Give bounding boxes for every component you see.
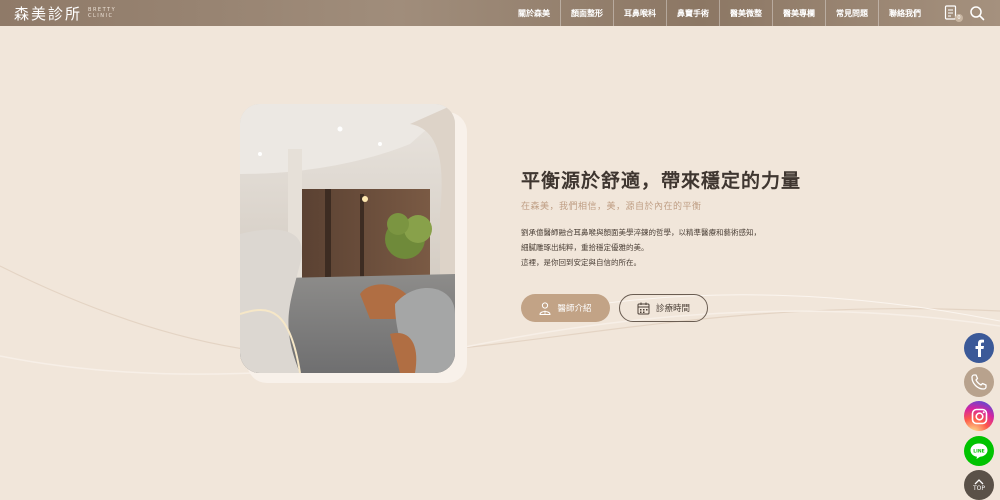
facebook-button[interactable] bbox=[964, 333, 994, 363]
doctor-intro-button[interactable]: 醫師介紹 bbox=[521, 294, 610, 322]
page-headline: 平衡源於舒適，帶來穩定的力量 bbox=[521, 170, 802, 192]
page-subhead: 在森美，我們相信，美，源自於內在的平衡 bbox=[521, 202, 702, 212]
clinic-hours-button[interactable]: 診療時間 bbox=[619, 294, 708, 322]
doctor-intro-label: 醫師介紹 bbox=[557, 304, 592, 314]
clinic-interior-photo bbox=[240, 104, 455, 373]
clinic-hours-label: 診療時間 bbox=[655, 304, 690, 314]
document-icon[interactable]: 0 bbox=[944, 5, 963, 22]
nav-item-faq[interactable]: 常見問題 bbox=[825, 0, 878, 26]
logo-english: BRETTY CLINIC bbox=[88, 7, 116, 19]
back-to-top-label: TOP bbox=[972, 484, 985, 492]
facebook-icon bbox=[975, 339, 984, 357]
chevron-up-icon bbox=[974, 478, 984, 484]
nav-item-contact[interactable]: 聯絡我們 bbox=[878, 0, 931, 26]
line-icon: LINE bbox=[970, 443, 988, 459]
line-button[interactable]: LINE bbox=[964, 436, 994, 466]
main-nav: 關於森美 顏面整形 耳鼻喉科 鼻竇手術 醫美微整 醫美專欄 常見問題 聯絡我們 bbox=[508, 0, 931, 26]
search-icon[interactable] bbox=[969, 5, 985, 21]
site-header: 森美診所 BRETTY CLINIC 關於森美 顏面整形 耳鼻喉科 鼻竇手術 醫… bbox=[0, 0, 1000, 26]
doctor-icon bbox=[539, 301, 551, 315]
background-wave-lines bbox=[0, 265, 1000, 375]
cart-badge: 0 bbox=[955, 14, 963, 22]
nav-item-facial-surgery[interactable]: 顏面整形 bbox=[560, 0, 613, 26]
back-to-top-button[interactable]: TOP bbox=[964, 470, 994, 500]
intro-line: 這裡，是你回到安定與自信的所在。 bbox=[521, 258, 641, 267]
nav-item-column[interactable]: 醫美專欄 bbox=[772, 0, 825, 26]
instagram-icon bbox=[971, 408, 987, 424]
instagram-button[interactable] bbox=[964, 401, 994, 431]
nav-item-sinus-surgery[interactable]: 鼻竇手術 bbox=[666, 0, 719, 26]
intro-line: 劉承億醫師融合耳鼻喉與顏面美學淬鍊的哲學，以精準醫療和藝術感知， bbox=[521, 228, 761, 237]
line-label: LINE bbox=[973, 449, 984, 455]
nav-item-aesthetic[interactable]: 醫美微整 bbox=[719, 0, 772, 26]
calendar-icon bbox=[637, 302, 650, 314]
phone-button[interactable] bbox=[964, 367, 994, 397]
intro-line: 細膩雕琢出純粹，重拾穩定優雅的美。 bbox=[521, 243, 649, 252]
nav-item-about[interactable]: 關於森美 bbox=[508, 0, 560, 26]
site-logo[interactable]: 森美診所 BRETTY CLINIC bbox=[14, 0, 116, 26]
phone-icon bbox=[971, 374, 987, 390]
nav-item-ent[interactable]: 耳鼻喉科 bbox=[613, 0, 666, 26]
intro-paragraph: 劉承億醫師融合耳鼻喉與顏面美學淬鍊的哲學，以精準醫療和藝術感知， 細膩雕琢出純粹… bbox=[521, 225, 761, 270]
logo-chinese: 森美診所 bbox=[14, 4, 83, 23]
logo-english-line2: CLINIC bbox=[88, 13, 114, 19]
